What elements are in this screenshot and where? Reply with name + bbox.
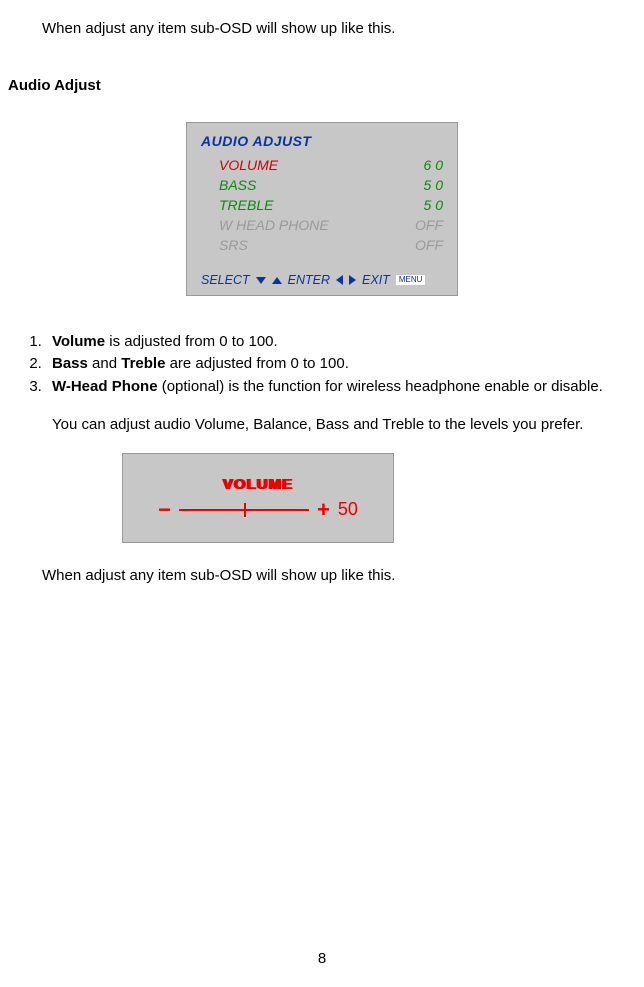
bold-text: Treble	[121, 355, 165, 372]
osd-value: 5 0	[424, 197, 443, 213]
osd-row-treble: TREBLE 5 0	[201, 195, 443, 215]
osd-label: VOLUME	[219, 157, 278, 173]
sub-osd-panel: VOLUME − + 50	[122, 453, 394, 543]
text: (optional) is the function for wireless …	[158, 378, 603, 395]
text: are adjusted from 0 to 100.	[165, 355, 348, 372]
triangle-up-icon	[272, 277, 282, 284]
osd-footer-exit: EXIT	[362, 273, 390, 287]
slider-track	[179, 509, 309, 511]
osd-label: TREBLE	[219, 197, 273, 213]
instruction-list: Volume is adjusted from 0 to 100. Bass a…	[28, 332, 636, 397]
osd-value: OFF	[415, 217, 443, 233]
osd-label: SRS	[219, 237, 248, 253]
triangle-right-icon	[349, 275, 356, 285]
osd-row-wheadphone: W HEAD PHONE OFF	[201, 215, 443, 235]
osd-footer-select: SELECT	[201, 273, 250, 287]
osd-row-srs: SRS OFF	[201, 235, 443, 255]
slider-row: − + 50	[158, 499, 358, 521]
sub-osd-value: 50	[338, 499, 358, 520]
list-item: Bass and Treble are adjusted from 0 to 1…	[46, 354, 636, 374]
menu-badge: MENU	[396, 275, 426, 285]
page-number: 8	[0, 950, 644, 967]
text: and	[88, 355, 121, 372]
section-heading: Audio Adjust	[8, 77, 636, 94]
triangle-left-icon	[336, 275, 343, 285]
osd-row-volume: VOLUME 6 0	[201, 155, 443, 175]
osd-footer: SELECT ENTER EXIT MENU	[201, 273, 443, 287]
osd-panel: AUDIO ADJUST VOLUME 6 0 BASS 5 0 TREBLE …	[186, 122, 458, 296]
osd-label: W HEAD PHONE	[219, 217, 329, 233]
closing-text: When adjust any item sub-OSD will show u…	[42, 567, 636, 584]
osd-footer-enter: ENTER	[288, 273, 330, 287]
triangle-down-icon	[256, 277, 266, 284]
sub-osd-title: VOLUME	[223, 476, 293, 493]
text: is adjusted from 0 to 100.	[105, 333, 278, 350]
bold-text: W-Head Phone	[52, 378, 158, 395]
continuation-text: You can adjust audio Volume, Balance, Ba…	[52, 415, 636, 435]
osd-title: AUDIO ADJUST	[201, 133, 443, 149]
list-item: Volume is adjusted from 0 to 100.	[46, 332, 636, 352]
osd-value: OFF	[415, 237, 443, 253]
minus-icon: −	[158, 499, 171, 521]
osd-value: 5 0	[424, 177, 443, 193]
osd-row-bass: BASS 5 0	[201, 175, 443, 195]
bold-text: Bass	[52, 355, 88, 372]
plus-icon: +	[317, 499, 330, 521]
intro-text: When adjust any item sub-OSD will show u…	[42, 20, 636, 37]
osd-value: 6 0	[424, 157, 443, 173]
list-item: W-Head Phone (optional) is the function …	[46, 377, 636, 397]
osd-label: BASS	[219, 177, 256, 193]
bold-text: Volume	[52, 333, 105, 350]
